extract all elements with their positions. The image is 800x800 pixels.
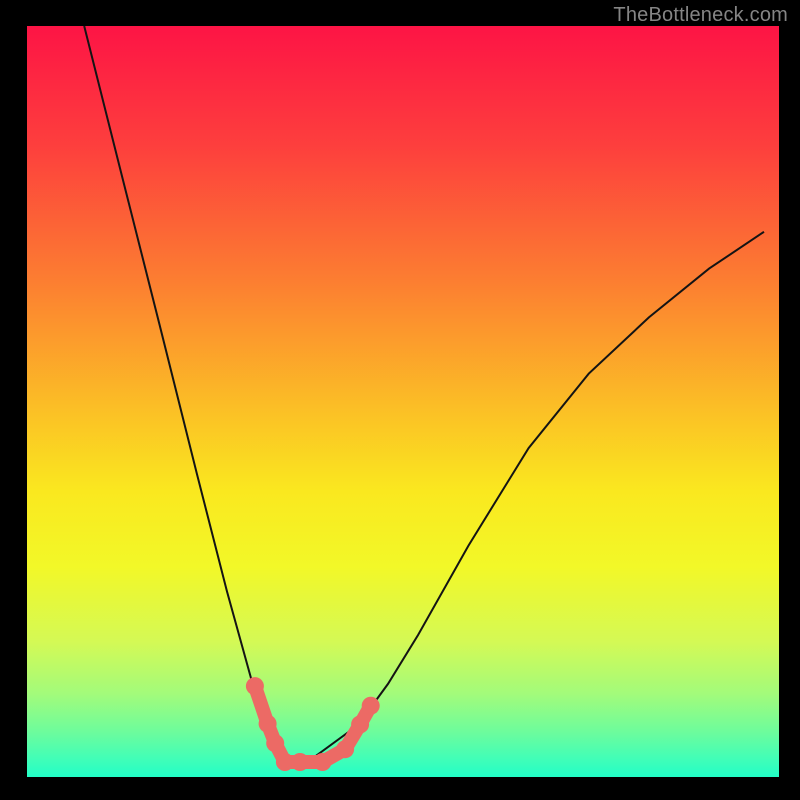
overlay-dot [314,753,332,771]
overlay-dot [259,715,277,733]
chart-plot [0,0,800,800]
overlay-dot [291,753,309,771]
watermark-text: TheBottleneck.com [613,4,788,27]
chart-card: TheBottleneck.com [0,0,800,800]
overlay-dot [336,740,354,758]
gradient-background [27,26,779,777]
overlay-dot [246,677,264,695]
overlay-dot [266,734,284,752]
overlay-dot [362,697,380,715]
overlay-dot [351,715,369,733]
